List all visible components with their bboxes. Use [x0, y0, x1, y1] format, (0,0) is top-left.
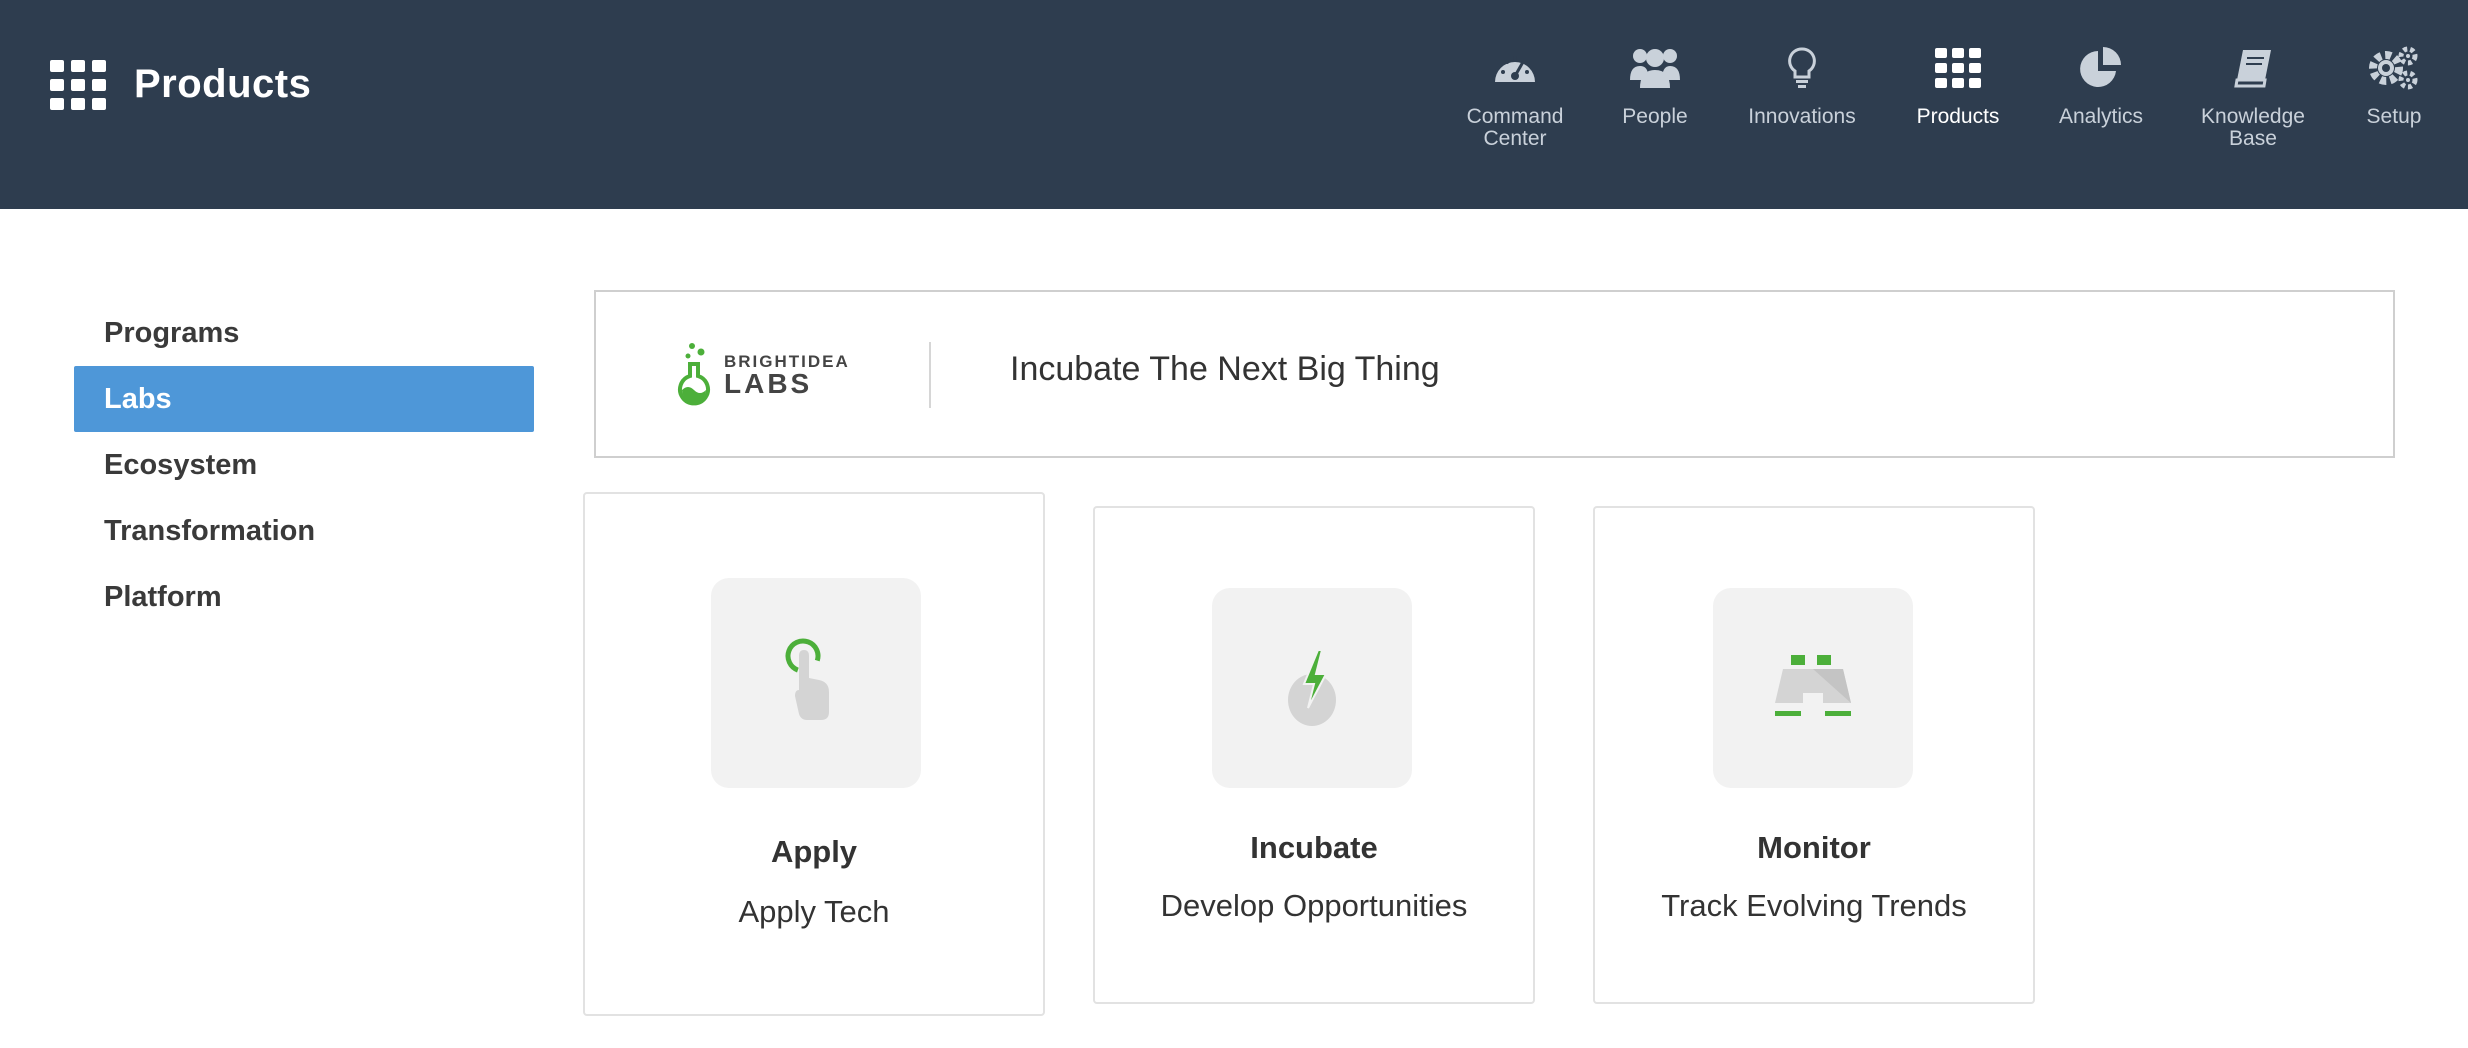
apps-grid-icon[interactable]: [50, 60, 106, 110]
lightbulb-icon: [1772, 38, 1832, 98]
sidebar-item-labs[interactable]: Labs: [74, 366, 534, 432]
sidebar-item-transformation[interactable]: Transformation: [74, 498, 534, 564]
nav-item-people[interactable]: People: [1575, 38, 1735, 128]
card-subtitle: Apply Tech: [738, 894, 890, 929]
nav-item-products[interactable]: Products: [1878, 38, 2038, 128]
sidebar-item-ecosystem[interactable]: Ecosystem: [74, 432, 534, 498]
page-title: Products: [134, 61, 312, 106]
banner-tagline: Incubate The Next Big Thing: [1010, 350, 1440, 388]
card-apply[interactable]: Apply Apply Tech: [583, 492, 1045, 1016]
grid-icon: [1928, 38, 1988, 98]
nav-label: People: [1622, 105, 1688, 128]
pie-chart-icon: [2071, 38, 2131, 98]
nav-item-command-center[interactable]: Command Center: [1435, 38, 1595, 150]
card-monitor[interactable]: Monitor Track Evolving Trends: [1593, 506, 2035, 1004]
nav-item-analytics[interactable]: Analytics: [2021, 38, 2181, 128]
gears-icon: [2364, 38, 2424, 98]
logo-text-labs: LABS: [724, 367, 813, 399]
nav-item-innovations[interactable]: Innovations: [1722, 38, 1882, 128]
card-icon-box: [1713, 588, 1913, 788]
flask-icon: [678, 343, 710, 406]
brand: Products: [50, 60, 312, 110]
card-icon-box: [1212, 588, 1412, 788]
nav-item-setup[interactable]: Setup: [2314, 38, 2468, 128]
nav-label: Analytics: [2058, 105, 2144, 128]
sidebar: Programs Labs Ecosystem Transformation P…: [74, 300, 534, 630]
card-subtitle: Track Evolving Trends: [1661, 888, 1967, 923]
sidebar-item-programs[interactable]: Programs: [74, 300, 534, 366]
nav-label: Products: [1916, 105, 2000, 128]
nav-label: Command Center: [1466, 105, 1564, 150]
card-icon-box: [711, 578, 921, 788]
binoculars-icon: [1775, 655, 1851, 716]
people-icon: [1625, 38, 1685, 98]
speedometer-icon: [1485, 38, 1545, 98]
card-title: Apply: [770, 834, 858, 869]
book-icon: [2223, 38, 2283, 98]
egg-lightning-icon: [1288, 649, 1336, 726]
top-header: Products Command Center People Innovatio…: [0, 0, 2468, 209]
nav-item-knowledge-base[interactable]: Knowledge Base: [2173, 38, 2333, 150]
card-title: Incubate: [1250, 830, 1378, 865]
nav-label: Knowledge Base: [2201, 105, 2305, 150]
card-subtitle: Develop Opportunities: [1160, 888, 1468, 923]
nav-label: Setup: [2366, 105, 2422, 128]
brightidea-labs-logo: BRIGHTIDEA LABS: [674, 342, 850, 408]
card-title: Monitor: [1757, 830, 1871, 865]
divider: [929, 342, 931, 408]
touch-hand-icon: [785, 638, 829, 720]
sidebar-item-platform[interactable]: Platform: [74, 564, 534, 630]
nav-label: Innovations: [1748, 105, 1856, 128]
logo-text-brightidea: BRIGHTIDEA: [724, 351, 850, 371]
labs-banner: BRIGHTIDEA LABS Incubate The Next Big Th…: [594, 290, 2395, 458]
card-incubate[interactable]: Incubate Develop Opportunities: [1093, 506, 1535, 1004]
